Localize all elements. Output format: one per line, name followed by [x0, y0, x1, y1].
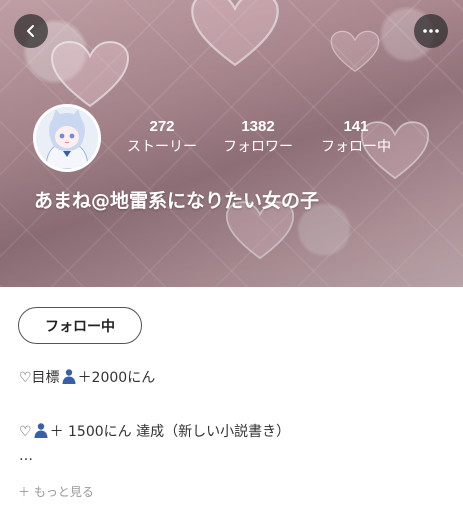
more-horizontal-icon	[423, 29, 439, 33]
following-label: フォロー中	[321, 139, 391, 155]
followers-count: 1382	[241, 118, 275, 135]
stories-stat[interactable]: 272 ストーリー	[117, 118, 207, 158]
bio-goal-suffix: ＋2000にん	[77, 370, 156, 386]
show-more-link[interactable]: ＋ もっと見る	[18, 483, 94, 500]
avatar[interactable]	[33, 104, 101, 172]
more-options-button[interactable]	[414, 14, 448, 48]
bio-achieved-suffix: ＋ 1500にん 達成（新しい小説書き）	[49, 424, 291, 440]
person-icon	[62, 369, 76, 384]
profile-username: あまね@地雷系になりたい女の子	[34, 190, 320, 212]
followers-stat[interactable]: 1382 フォロワー	[213, 118, 303, 158]
following-stat[interactable]: 141 フォロー中	[311, 118, 401, 158]
bio-ellipsis: …	[19, 448, 33, 464]
following-count: 141	[343, 118, 369, 135]
bio-achieved-prefix: ♡	[19, 424, 32, 440]
bio-goal-prefix: ♡目標	[19, 370, 60, 386]
back-button[interactable]	[14, 14, 48, 48]
following-toggle-button[interactable]: フォロー中	[18, 307, 142, 344]
person-icon	[34, 423, 48, 438]
stories-count: 272	[149, 118, 175, 135]
avatar-image	[36, 107, 98, 169]
bio-line-goal: ♡目標 ＋2000にん	[19, 367, 155, 387]
chevron-left-icon	[27, 25, 34, 37]
followers-label: フォロワー	[223, 139, 293, 155]
stories-label: ストーリー	[127, 139, 197, 155]
bio-line-achieved: ♡ ＋ 1500にん 達成（新しい小説書き）	[19, 421, 290, 441]
